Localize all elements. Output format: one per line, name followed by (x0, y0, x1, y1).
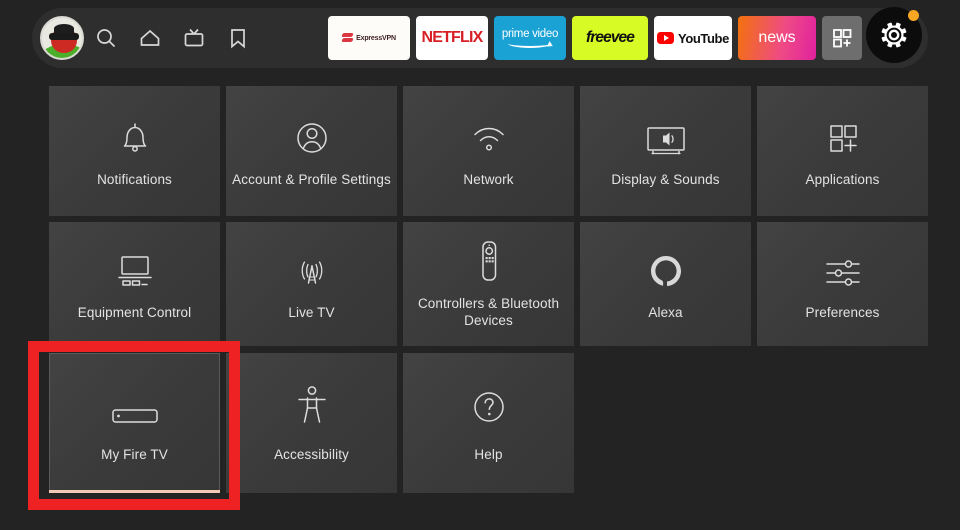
sliders-icon (819, 247, 867, 293)
settings-tile-label: Equipment Control (77, 304, 192, 320)
top-navigation-bar: ExpressVPN NETFLIX prime video freevee Y… (0, 0, 960, 76)
settings-tile-applications[interactable]: Applications (757, 86, 928, 216)
youtube-play-icon (657, 32, 675, 44)
settings-tile-label: Alexa (648, 304, 683, 320)
settings-gear-button[interactable] (866, 7, 922, 63)
settings-tile-label: Applications (805, 171, 880, 187)
settings-tile-alexa[interactable]: Alexa (580, 222, 751, 346)
app-grid-plus-icon (821, 114, 865, 160)
avatar-sunglasses (49, 33, 79, 40)
tv-speaker-icon (641, 114, 691, 160)
user-avatar-image (40, 16, 84, 60)
app-tile-netflix[interactable]: NETFLIX (416, 16, 488, 60)
settings-tile-label: Network (463, 171, 514, 187)
bell-icon (113, 114, 157, 160)
settings-tile-grid: Notifications Account & Profile Settings (0, 86, 960, 493)
remote-control-icon (467, 238, 511, 284)
app-tile-news[interactable]: news (738, 16, 816, 60)
prime-smile-icon (508, 39, 552, 48)
settings-tile-label: Live TV (288, 304, 335, 320)
bookmark-icon[interactable] (216, 8, 260, 68)
settings-tile-display-sounds[interactable]: Display & Sounds (580, 86, 751, 216)
avatar-hair (54, 24, 74, 33)
settings-tile-equipment-control[interactable]: Equipment Control (49, 222, 220, 346)
settings-tile-help[interactable]: Help (403, 353, 574, 493)
accessibility-icon (290, 383, 334, 429)
settings-tile-account-profile-settings[interactable]: Account & Profile Settings (226, 86, 397, 216)
settings-tile-my-fire-tv[interactable]: My Fire TV (49, 353, 220, 493)
avatar[interactable] (40, 8, 84, 68)
live-tv-icon[interactable] (172, 8, 216, 68)
app-label-youtube: YouTube (678, 30, 729, 46)
settings-row-3: My Fire TV Accessibility Help (0, 353, 960, 493)
person-circle-icon (290, 114, 334, 160)
question-circle-icon (467, 383, 511, 429)
settings-tile-label: Preferences (805, 304, 880, 320)
settings-notification-badge (908, 10, 919, 21)
fire-tv-stick-icon (107, 383, 163, 429)
app-label-news: news (758, 29, 796, 46)
app-tile-expressvpn[interactable]: ExpressVPN (328, 16, 410, 60)
settings-tile-label: Controllers & Bluetooth Devices (417, 296, 560, 328)
search-icon[interactable] (84, 8, 128, 68)
expressvpn-logo-icon (342, 33, 353, 44)
settings-tile-label: Account & Profile Settings (232, 171, 391, 187)
settings-tile-notifications[interactable]: Notifications (49, 86, 220, 216)
settings-tile-accessibility[interactable]: Accessibility (226, 353, 397, 493)
settings-row-2: Equipment Control Live TV Controllers & … (0, 222, 960, 346)
nav-icon-group (40, 8, 260, 68)
app-label-freevee: freevee (586, 29, 635, 46)
app-tile-freevee[interactable]: freevee (572, 16, 648, 60)
app-tile-prime-video[interactable]: prime video (494, 16, 566, 60)
settings-tile-label: Display & Sounds (611, 171, 720, 187)
settings-tile-controllers-bluetooth-devices[interactable]: Controllers & Bluetooth Devices (403, 222, 574, 346)
home-icon[interactable] (128, 8, 172, 68)
app-shortcut-strip: ExpressVPN NETFLIX prime video freevee Y… (328, 7, 922, 63)
settings-tile-label: My Fire TV (101, 446, 168, 462)
app-grid-plus-icon (833, 29, 852, 48)
fire-tv-settings-screen: ExpressVPN NETFLIX prime video freevee Y… (0, 0, 960, 530)
gear-icon (881, 22, 907, 48)
settings-tile-network[interactable]: Network (403, 86, 574, 216)
app-label-expressvpn: ExpressVPN (356, 34, 396, 42)
settings-tile-label: Notifications (97, 171, 172, 187)
app-label-netflix: NETFLIX (421, 29, 483, 46)
app-library-button[interactable] (822, 16, 862, 60)
settings-tile-preferences[interactable]: Preferences (757, 222, 928, 346)
settings-tile-label: Accessibility (274, 446, 349, 462)
settings-row-1: Notifications Account & Profile Settings (0, 86, 960, 216)
app-tile-youtube[interactable]: YouTube (654, 16, 732, 60)
monitor-equipment-icon (110, 247, 160, 293)
alexa-ring-icon (644, 247, 688, 293)
settings-tile-label: Help (474, 446, 503, 462)
antenna-icon (290, 247, 334, 293)
wifi-icon (467, 114, 511, 160)
settings-tile-live-tv[interactable]: Live TV (226, 222, 397, 346)
